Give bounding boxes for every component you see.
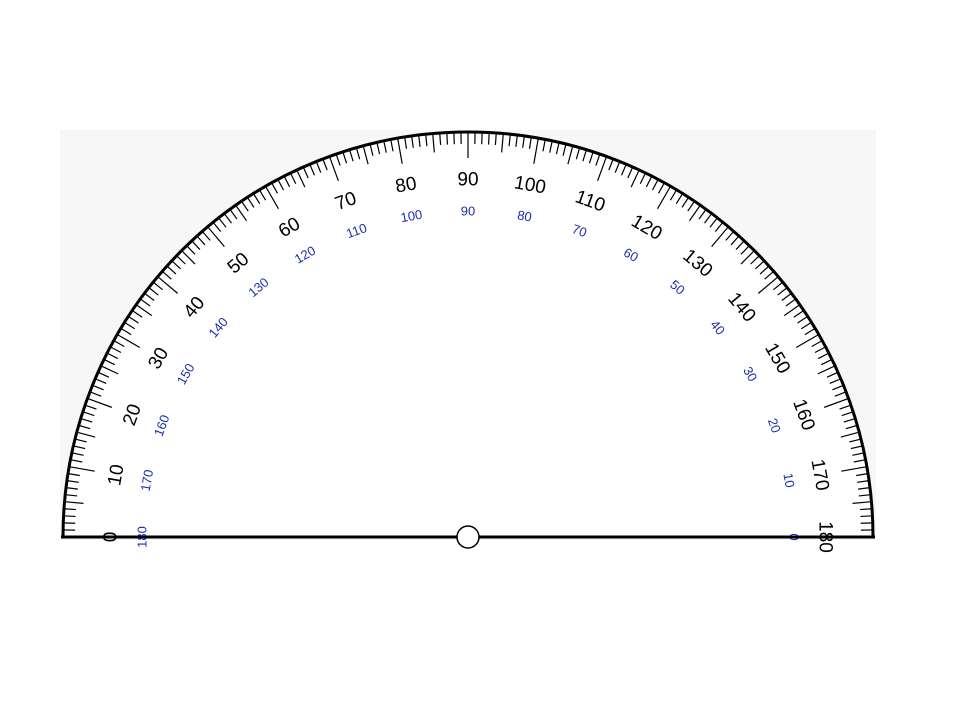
scale-tick bbox=[63, 508, 76, 511]
scale-tick bbox=[487, 132, 490, 145]
scale-tick bbox=[860, 508, 873, 511]
scale-tick bbox=[63, 515, 76, 518]
scale-tick bbox=[860, 515, 873, 518]
protractor-diagram: 0102030405060708090100110120130140150160… bbox=[60, 130, 876, 553]
center-origin-circle bbox=[456, 525, 480, 549]
inner-scale-label: 80 bbox=[516, 207, 533, 224]
inner-scale-label: 90 bbox=[461, 204, 475, 219]
outer-scale-label: 10 bbox=[104, 463, 128, 487]
outer-scale-label: 80 bbox=[394, 173, 418, 197]
scale-tick bbox=[439, 132, 442, 145]
scale-tick bbox=[494, 132, 497, 145]
outer-scale-label: 90 bbox=[457, 170, 478, 191]
scale-tick bbox=[446, 132, 449, 145]
inner-scale-label: 10 bbox=[780, 472, 797, 489]
